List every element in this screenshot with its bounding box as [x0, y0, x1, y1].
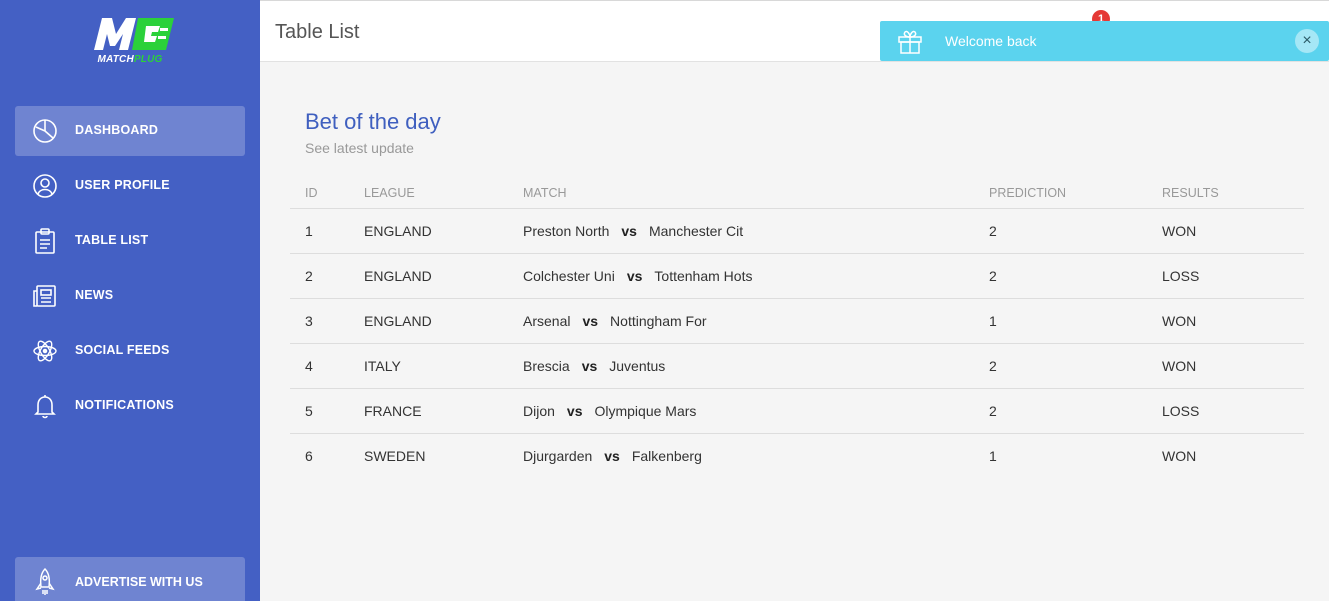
cell-id: 5 — [290, 388, 349, 434]
cell-league: ENGLAND — [349, 208, 508, 254]
gift-icon — [896, 27, 924, 55]
table-row: 4 ITALY Brescia vs Juventus 2 WON — [290, 343, 1304, 389]
cell-id: 6 — [305, 447, 313, 464]
sidebar-item-news[interactable]: NEWS — [15, 271, 245, 321]
newspaper-icon — [31, 282, 59, 310]
away-team: Falkenberg — [631, 447, 702, 464]
cell-id: 3 — [290, 298, 349, 344]
cell-prediction: 2 — [974, 208, 1147, 254]
welcome-toast: Welcome back × — [880, 21, 1329, 61]
sidebar-item-label: TABLE LIST — [75, 233, 149, 247]
cell-prediction: 2 — [974, 343, 1147, 389]
away-team: Manchester Cit — [648, 222, 744, 239]
cell-league: ITALY — [349, 343, 508, 389]
home-team: Djurgarden — [523, 447, 593, 464]
advertise-label: ADVERTISE WITH US — [75, 575, 203, 589]
sidebar-item-label: SOCIAL FEEDS — [75, 343, 170, 357]
table-row: 5 FRANCE Dijon vs Olympique Mars 2 LOSS — [290, 388, 1304, 434]
user-icon — [31, 172, 59, 200]
cell-prediction: 2 — [974, 253, 1147, 299]
cell-prediction: 2 — [974, 388, 1147, 434]
matchplug-logo[interactable]: MATCHPLUG — [84, 16, 176, 68]
home-team: Colchester Uni — [523, 267, 615, 284]
column-header-match: MATCH — [508, 178, 974, 209]
vs-label: vs — [626, 267, 643, 284]
cell-id: 4 — [290, 343, 349, 389]
cell-league: ENGLAND — [349, 253, 508, 299]
cell-result: LOSS — [1147, 253, 1304, 299]
away-team: Olympique Mars — [594, 402, 697, 419]
sidebar-item-user-profile[interactable]: USER PROFILE — [15, 161, 245, 211]
sidebar-nav: DASHBOARD USER PROFILE TABLE LIST NEWS S… — [15, 106, 245, 436]
cell-league: SWEDEN — [364, 447, 426, 464]
bets-table: ID LEAGUE MATCH PREDICTION RESULTS 1 ENG… — [290, 178, 1304, 478]
sidebar-item-label: USER PROFILE — [75, 178, 170, 192]
table-row: 6 SWEDEN Djurgarden vs Falkenberg 1 WON — [290, 433, 1304, 478]
cell-result: WON — [1162, 447, 1197, 464]
sidebar: MATCHPLUG DASHBOARD USER PROFILE TABLE L… — [0, 0, 260, 601]
sidebar-item-label: NOTIFICATIONS — [75, 398, 174, 412]
card-title: Bet of the day — [305, 109, 441, 134]
vs-label: vs — [566, 402, 583, 419]
sidebar-item-label: NEWS — [75, 288, 114, 302]
column-header-prediction: PREDICTION — [974, 178, 1147, 209]
toast-close-button[interactable]: × — [1295, 29, 1319, 53]
pie-chart-icon — [31, 117, 59, 145]
cell-prediction: 1 — [974, 298, 1147, 344]
cell-match: Arsenal vs Nottingham For — [508, 298, 974, 344]
cell-result: WON — [1147, 208, 1304, 254]
vs-label: vs — [621, 222, 637, 239]
cell-result: LOSS — [1147, 388, 1304, 434]
cell-id: 2 — [290, 253, 349, 299]
sidebar-item-dashboard[interactable]: DASHBOARD — [15, 106, 245, 156]
column-header-results: RESULTS — [1147, 178, 1304, 209]
toast-message: Welcome back — [945, 33, 1037, 49]
cell-prediction: 1 — [989, 447, 997, 464]
cell-result: WON — [1147, 298, 1304, 344]
home-team: Brescia — [523, 357, 570, 374]
table-row: 2 ENGLAND Colchester Uni vs Tottenham Hots… — [290, 253, 1304, 299]
cell-match: Preston North vs Manchester Cit — [508, 208, 974, 254]
cell-match: Djurgarden vs Falkenberg — [508, 433, 974, 478]
cell-result: WON — [1147, 343, 1304, 389]
column-header-id: ID — [290, 178, 349, 209]
vs-label: vs — [581, 357, 598, 374]
sidebar-item-notifications[interactable]: NOTIFICATIONS — [15, 381, 245, 431]
logo-mark-icon — [94, 18, 174, 50]
sidebar-item-table-list[interactable]: TABLE LIST — [15, 216, 245, 266]
card-subtitle: See latest update — [305, 140, 414, 156]
away-team: Juventus — [609, 357, 666, 374]
cell-league: FRANCE — [349, 388, 508, 434]
away-team: Tottenham Hots — [654, 267, 753, 284]
home-team: Arsenal — [523, 312, 571, 329]
table-row: 3 ENGLAND Arsenal vs Nottingham For 1 WON — [290, 298, 1304, 344]
sidebar-item-label: DASHBOARD — [75, 123, 159, 137]
clipboard-icon — [31, 227, 59, 255]
rocket-icon — [31, 567, 59, 597]
column-header-league: LEAGUE — [349, 178, 508, 209]
home-team: Dijon — [523, 402, 555, 419]
cell-match: Dijon vs Olympique Mars — [508, 388, 974, 434]
page-title: Table List — [275, 21, 360, 43]
home-team: Preston North — [523, 222, 610, 239]
atom-icon — [31, 337, 59, 365]
vs-label: vs — [604, 447, 620, 464]
table-row: 1 ENGLAND Preston North vs Manchester Cit … — [290, 208, 1304, 254]
sidebar-item-social-feeds[interactable]: SOCIAL FEEDS — [15, 326, 245, 376]
away-team: Nottingham For — [610, 312, 707, 329]
cell-id: 1 — [290, 208, 349, 254]
logo-text: MATCHPLUG — [97, 54, 163, 65]
bell-icon — [31, 392, 59, 420]
cell-match: Colchester Uni vs Tottenham Hots — [508, 253, 974, 299]
cell-match: Brescia vs Juventus — [508, 343, 974, 389]
vs-label: vs — [582, 312, 599, 329]
advertise-button[interactable]: ADVERTISE WITH US — [15, 557, 245, 601]
table-header-row: ID LEAGUE MATCH PREDICTION RESULTS — [290, 178, 1304, 209]
cell-league: ENGLAND — [349, 298, 508, 344]
